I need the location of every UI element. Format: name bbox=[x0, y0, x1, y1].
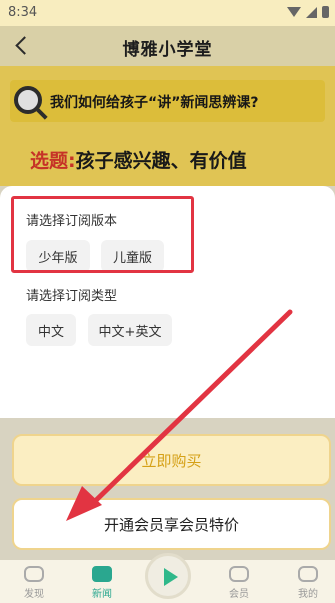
signal-icon bbox=[306, 6, 317, 18]
eye-icon bbox=[24, 566, 44, 582]
tab-profile[interactable]: 我的 bbox=[284, 566, 332, 600]
status-time: 8:34 bbox=[8, 5, 38, 20]
status-bar: 8:34 bbox=[0, 0, 335, 26]
type-option-chinese-english[interactable]: 中文+英文 bbox=[88, 314, 172, 346]
tab-news-label: 新闻 bbox=[92, 589, 112, 600]
status-icons bbox=[287, 6, 329, 18]
member-icon bbox=[229, 566, 249, 582]
news-icon bbox=[92, 566, 112, 582]
play-button[interactable] bbox=[145, 553, 191, 599]
tab-news[interactable]: 新闻 bbox=[78, 566, 126, 600]
tab-discover-label: 发现 bbox=[24, 589, 44, 600]
type-option-chinese[interactable]: 中文 bbox=[26, 314, 76, 346]
profile-icon bbox=[298, 566, 318, 582]
tab-discover[interactable]: 发现 bbox=[10, 566, 58, 600]
buy-now-button[interactable]: 立即购买 bbox=[12, 434, 331, 486]
wifi-icon bbox=[287, 7, 301, 17]
play-icon bbox=[164, 568, 178, 586]
type-label: 请选择订阅类型 bbox=[26, 289, 118, 304]
tab-member-label: 会员 bbox=[229, 589, 249, 600]
tab-profile-label: 我的 bbox=[298, 589, 318, 600]
member-price-button[interactable]: 开通会员享会员特价 bbox=[12, 498, 331, 550]
battery-icon bbox=[322, 6, 329, 18]
tab-member[interactable]: 会员 bbox=[215, 566, 263, 600]
annotation-highlight-box bbox=[11, 196, 194, 273]
